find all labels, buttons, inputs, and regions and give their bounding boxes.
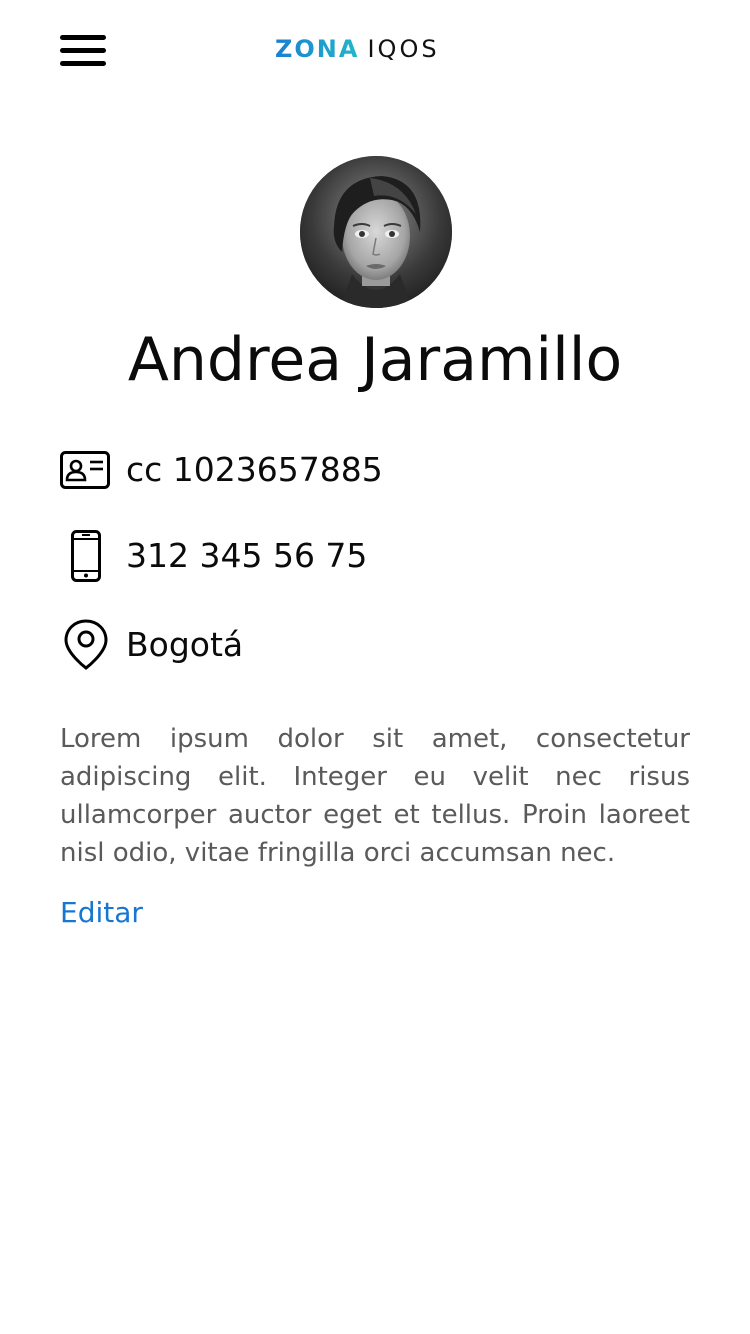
profile-bio: Lorem ipsum dolor sit amet, consectetur … xyxy=(60,724,690,868)
phone-row: 312 345 56 75 xyxy=(60,530,367,582)
menu-bar xyxy=(60,61,106,66)
menu-bar xyxy=(60,48,106,53)
avatar xyxy=(300,156,452,308)
id-row: cc 1023657885 xyxy=(60,444,383,496)
id-card-icon xyxy=(60,444,112,496)
mobile-phone-icon xyxy=(60,530,112,582)
phone-number: 312 345 56 75 xyxy=(126,536,368,575)
location-pin-icon xyxy=(60,619,112,671)
city-row: Bogotá xyxy=(60,619,243,671)
profile-name: Andrea Jaramillo xyxy=(127,325,623,395)
id-number: cc 1023657885 xyxy=(126,450,383,489)
avatar-portrait xyxy=(300,156,452,308)
logo-zona: ZONA xyxy=(275,35,360,63)
edit-profile-link[interactable]: Editar xyxy=(60,893,143,933)
menu-bar xyxy=(60,35,106,40)
logo-iqos: IQOS xyxy=(367,35,440,63)
hamburger-menu-icon[interactable] xyxy=(60,34,106,68)
city-name: Bogotá xyxy=(126,625,244,664)
app-logo: ZONA IQOS xyxy=(275,34,475,64)
